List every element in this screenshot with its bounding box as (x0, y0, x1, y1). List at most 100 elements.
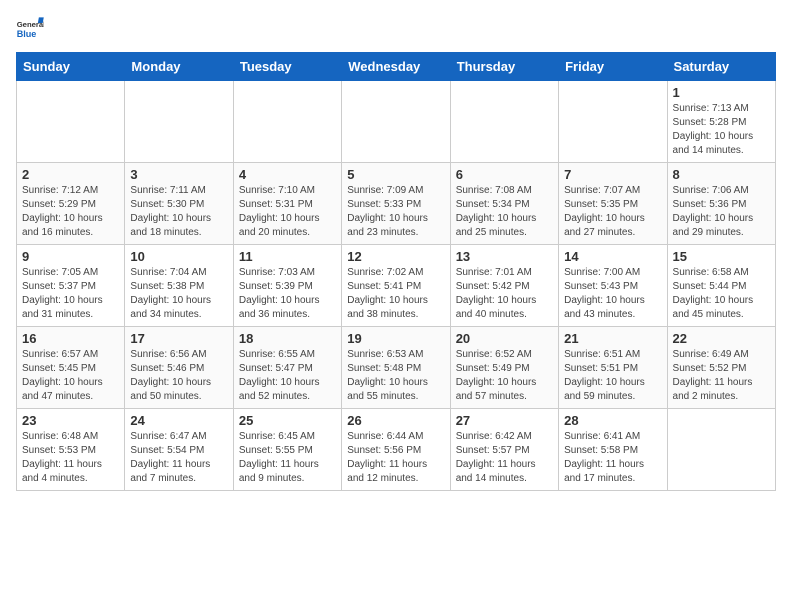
calendar-cell: 2 Sunrise: 7:12 AM Sunset: 5:29 PM Daylig… (17, 163, 125, 245)
calendar-cell: 26 Sunrise: 6:44 AM Sunset: 5:56 PM Dayli… (342, 409, 450, 491)
day-info: Sunrise: 6:48 AM Sunset: 5:53 PM Dayligh… (22, 430, 119, 486)
day-info: Sunrise: 7:09 AM Sunset: 5:33 PM Dayligh… (347, 184, 444, 240)
week-row-5: 23 Sunrise: 6:48 AM Sunset: 5:53 PM Dayli… (17, 409, 776, 491)
day-info: Sunrise: 7:06 AM Sunset: 5:36 PM Dayligh… (673, 184, 770, 240)
calendar-cell: 3 Sunrise: 7:11 AM Sunset: 5:30 PM Daylig… (125, 163, 233, 245)
calendar-cell: 13 Sunrise: 7:01 AM Sunset: 5:42 PM Dayli… (450, 245, 558, 327)
col-header-friday: Friday (559, 53, 667, 81)
calendar-cell (450, 81, 558, 163)
calendar-cell (559, 81, 667, 163)
week-row-1: 1 Sunrise: 7:13 AM Sunset: 5:28 PM Daylig… (17, 81, 776, 163)
calendar-cell: 11 Sunrise: 7:03 AM Sunset: 5:39 PM Dayli… (233, 245, 341, 327)
day-info: Sunrise: 7:07 AM Sunset: 5:35 PM Dayligh… (564, 184, 661, 240)
day-info: Sunrise: 7:11 AM Sunset: 5:30 PM Dayligh… (130, 184, 227, 240)
day-number: 7 (564, 167, 661, 182)
day-info: Sunrise: 7:10 AM Sunset: 5:31 PM Dayligh… (239, 184, 336, 240)
day-number: 11 (239, 249, 336, 264)
calendar-cell: 20 Sunrise: 6:52 AM Sunset: 5:49 PM Dayli… (450, 327, 558, 409)
calendar-cell (125, 81, 233, 163)
day-info: Sunrise: 7:12 AM Sunset: 5:29 PM Dayligh… (22, 184, 119, 240)
day-info: Sunrise: 6:47 AM Sunset: 5:54 PM Dayligh… (130, 430, 227, 486)
day-info: Sunrise: 7:02 AM Sunset: 5:41 PM Dayligh… (347, 266, 444, 322)
calendar-cell: 10 Sunrise: 7:04 AM Sunset: 5:38 PM Dayli… (125, 245, 233, 327)
calendar-table: SundayMondayTuesdayWednesdayThursdayFrid… (16, 52, 776, 491)
day-info: Sunrise: 6:53 AM Sunset: 5:48 PM Dayligh… (347, 348, 444, 404)
day-number: 23 (22, 413, 119, 428)
day-info: Sunrise: 6:45 AM Sunset: 5:55 PM Dayligh… (239, 430, 336, 486)
calendar-cell: 15Sunrise: 6:58 AM Sunset: 5:44 PM Dayli… (667, 245, 775, 327)
calendar-cell: 18 Sunrise: 6:55 AM Sunset: 5:47 PM Dayli… (233, 327, 341, 409)
day-number: 4 (239, 167, 336, 182)
day-number: 2 (22, 167, 119, 182)
calendar-cell: 25 Sunrise: 6:45 AM Sunset: 5:55 PM Dayli… (233, 409, 341, 491)
day-info: Sunrise: 6:52 AM Sunset: 5:49 PM Dayligh… (456, 348, 553, 404)
calendar-cell: 28 Sunrise: 6:41 AM Sunset: 5:58 PM Dayli… (559, 409, 667, 491)
day-number: 14 (564, 249, 661, 264)
day-number: 15 (673, 249, 770, 264)
day-number: 13 (456, 249, 553, 264)
calendar-cell: 19 Sunrise: 6:53 AM Sunset: 5:48 PM Dayli… (342, 327, 450, 409)
day-number: 12 (347, 249, 444, 264)
day-number: 18 (239, 331, 336, 346)
day-info: Sunrise: 7:03 AM Sunset: 5:39 PM Dayligh… (239, 266, 336, 322)
day-number: 20 (456, 331, 553, 346)
day-info: Sunrise: 7:04 AM Sunset: 5:38 PM Dayligh… (130, 266, 227, 322)
day-info: Sunrise: 7:01 AM Sunset: 5:42 PM Dayligh… (456, 266, 553, 322)
day-info: Sunrise: 6:55 AM Sunset: 5:47 PM Dayligh… (239, 348, 336, 404)
calendar-cell: 21 Sunrise: 6:51 AM Sunset: 5:51 PM Dayli… (559, 327, 667, 409)
day-number: 25 (239, 413, 336, 428)
calendar-cell: 24Sunrise: 6:47 AM Sunset: 5:54 PM Dayli… (125, 409, 233, 491)
day-info: Sunrise: 7:00 AM Sunset: 5:43 PM Dayligh… (564, 266, 661, 322)
day-number: 8 (673, 167, 770, 182)
day-info: Sunrise: 6:42 AM Sunset: 5:57 PM Dayligh… (456, 430, 553, 486)
day-info: Sunrise: 7:13 AM Sunset: 5:28 PM Dayligh… (673, 102, 770, 158)
day-info: Sunrise: 6:49 AM Sunset: 5:52 PM Dayligh… (673, 348, 770, 404)
calendar-cell: 1 Sunrise: 7:13 AM Sunset: 5:28 PM Daylig… (667, 81, 775, 163)
week-row-3: 9 Sunrise: 7:05 AM Sunset: 5:37 PM Daylig… (17, 245, 776, 327)
svg-text:Blue: Blue (17, 29, 37, 39)
calendar-cell: 27 Sunrise: 6:42 AM Sunset: 5:57 PM Dayli… (450, 409, 558, 491)
day-number: 22 (673, 331, 770, 346)
calendar-cell (17, 81, 125, 163)
day-number: 16 (22, 331, 119, 346)
day-number: 17 (130, 331, 227, 346)
calendar-cell: 23 Sunrise: 6:48 AM Sunset: 5:53 PM Dayli… (17, 409, 125, 491)
week-row-2: 2 Sunrise: 7:12 AM Sunset: 5:29 PM Daylig… (17, 163, 776, 245)
col-header-wednesday: Wednesday (342, 53, 450, 81)
day-number: 1 (673, 85, 770, 100)
day-number: 28 (564, 413, 661, 428)
logo: General Blue (16, 16, 44, 44)
day-number: 10 (130, 249, 227, 264)
day-number: 27 (456, 413, 553, 428)
day-number: 26 (347, 413, 444, 428)
calendar-cell (233, 81, 341, 163)
page-header: General Blue (16, 16, 776, 44)
day-number: 3 (130, 167, 227, 182)
day-info: Sunrise: 7:08 AM Sunset: 5:34 PM Dayligh… (456, 184, 553, 240)
col-header-saturday: Saturday (667, 53, 775, 81)
calendar-cell: 17 Sunrise: 6:56 AM Sunset: 5:46 PM Dayli… (125, 327, 233, 409)
calendar-cell: 5 Sunrise: 7:09 AM Sunset: 5:33 PM Daylig… (342, 163, 450, 245)
calendar-cell: 4 Sunrise: 7:10 AM Sunset: 5:31 PM Daylig… (233, 163, 341, 245)
day-info: Sunrise: 6:51 AM Sunset: 5:51 PM Dayligh… (564, 348, 661, 404)
calendar-cell: 6Sunrise: 7:08 AM Sunset: 5:34 PM Daylig… (450, 163, 558, 245)
calendar-cell: 12 Sunrise: 7:02 AM Sunset: 5:41 PM Dayli… (342, 245, 450, 327)
day-info: Sunrise: 6:44 AM Sunset: 5:56 PM Dayligh… (347, 430, 444, 486)
calendar-cell: 7 Sunrise: 7:07 AM Sunset: 5:35 PM Daylig… (559, 163, 667, 245)
day-info: Sunrise: 7:05 AM Sunset: 5:37 PM Dayligh… (22, 266, 119, 322)
col-header-sunday: Sunday (17, 53, 125, 81)
calendar-cell (342, 81, 450, 163)
day-info: Sunrise: 6:56 AM Sunset: 5:46 PM Dayligh… (130, 348, 227, 404)
calendar-cell: 8 Sunrise: 7:06 AM Sunset: 5:36 PM Daylig… (667, 163, 775, 245)
calendar-cell: 16Sunrise: 6:57 AM Sunset: 5:45 PM Dayli… (17, 327, 125, 409)
day-number: 21 (564, 331, 661, 346)
week-row-4: 16Sunrise: 6:57 AM Sunset: 5:45 PM Dayli… (17, 327, 776, 409)
day-number: 9 (22, 249, 119, 264)
header-row: SundayMondayTuesdayWednesdayThursdayFrid… (17, 53, 776, 81)
day-number: 19 (347, 331, 444, 346)
day-number: 5 (347, 167, 444, 182)
logo-icon: General Blue (16, 16, 44, 44)
calendar-cell (667, 409, 775, 491)
calendar-cell: 22 Sunrise: 6:49 AM Sunset: 5:52 PM Dayli… (667, 327, 775, 409)
day-info: Sunrise: 6:41 AM Sunset: 5:58 PM Dayligh… (564, 430, 661, 486)
